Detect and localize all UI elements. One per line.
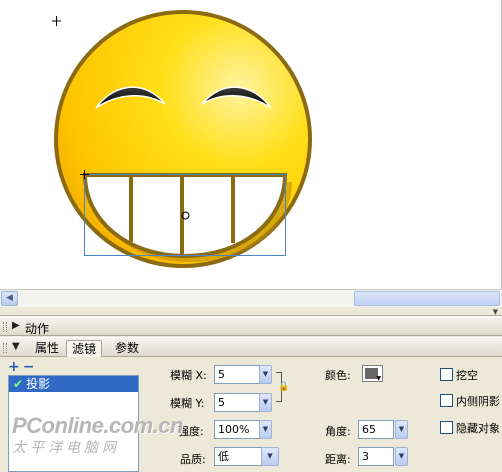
actions-panel-title: 动作 [25,322,50,336]
scroll-left-button[interactable]: ◀ [1,291,18,306]
actions-panel-header[interactable]: ▶ 动作 [0,316,502,336]
watermark-line1: PConline.com.cn [12,413,183,438]
scroll-thumb[interactable] [354,291,500,306]
blur-x-field[interactable]: 5 [214,365,260,384]
hide-object-checkbox[interactable] [440,421,453,434]
expand-triangle-icon[interactable]: ▶ [12,320,20,331]
angle-dropdown-button[interactable]: ▼ [395,420,408,439]
knockout-label: 挖空 [456,369,478,382]
distance-dropdown-button[interactable]: ▼ [395,447,408,466]
blur-y-field[interactable]: 5 [214,393,260,412]
registration-crosshair [52,16,61,26]
stage-canvas[interactable] [0,0,502,289]
list-item[interactable]: ✔ 投影 [9,376,138,392]
panel-divider: ▼ [0,307,502,316]
remove-filter-button[interactable]: − [23,359,35,375]
inner-shadow-label: 内侧阴影 [456,395,500,408]
distance-label: 距离: [325,453,351,466]
knockout-checkbox[interactable] [440,368,453,381]
distance-field[interactable]: 3 [358,447,394,466]
strength-dropdown-button[interactable]: ▼ [259,420,272,439]
scroll-track[interactable] [19,291,352,306]
check-icon[interactable]: ✔ [13,377,23,391]
filter-item-label: 投影 [26,377,51,391]
blur-y-dropdown-button[interactable]: ▼ [259,393,272,412]
horizontal-scrollbar[interactable]: ◀ [0,289,502,307]
blur-x-dropdown-button[interactable]: ▼ [259,365,272,384]
collapse-arrow-icon[interactable]: ▼ [493,308,498,316]
tab-properties[interactable]: 属性 [30,340,64,357]
tab-parameters[interactable]: 参数 [110,340,144,357]
strength-field[interactable]: 100% [214,420,260,439]
collapse-triangle-icon[interactable]: ▼ [12,341,20,352]
grip-icon[interactable] [3,322,7,332]
properties-panel-header[interactable]: ▼ 属性 滤镜 参数 [0,337,502,357]
blur-x-label: 模糊 X: [170,369,207,382]
blur-y-label: 模糊 Y: [170,397,205,410]
tab-filters[interactable]: 滤镜 [66,340,103,357]
add-filter-button[interactable]: + [8,359,20,375]
angle-field[interactable]: 65 [358,420,394,439]
color-label: 颜色: [325,369,351,382]
quality-label: 品质: [180,453,206,466]
inner-shadow-checkbox[interactable] [440,394,453,407]
filter-add-remove: + − [8,359,37,375]
grip-icon[interactable] [3,343,7,353]
lock-icon[interactable]: 🔒 [278,382,289,392]
watermark: PConline.com.cn 太平洋电脑网 [12,413,183,457]
swatch-arrow-icon: ▼ [376,375,381,382]
angle-label: 角度: [325,425,351,438]
color-swatch[interactable]: ▼ [362,365,383,382]
quality-select[interactable]: 低 [214,447,262,466]
hide-object-label: 隐藏对象 [456,422,500,435]
smiley-artwork[interactable] [0,0,502,289]
quality-dropdown-button[interactable]: ▼ [261,447,279,466]
watermark-line2: 太平洋电脑网 [12,439,120,455]
